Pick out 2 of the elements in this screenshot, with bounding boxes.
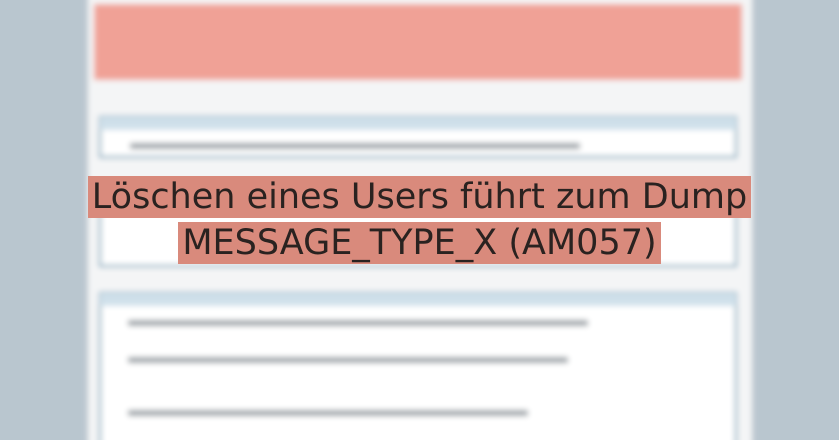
headline: MESSAGE_TYPE_X (AM057) bbox=[178, 222, 661, 264]
headline: Löschen eines Users führt zum Dump bbox=[88, 176, 752, 218]
